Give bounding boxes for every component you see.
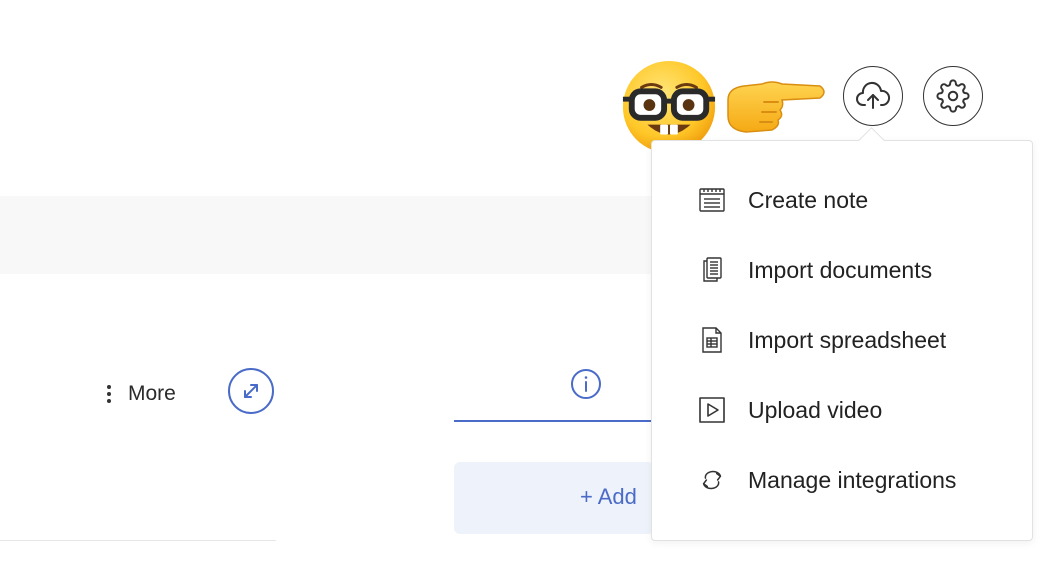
- expand-icon: [244, 384, 258, 398]
- settings-button[interactable]: [923, 66, 983, 126]
- tab-info[interactable]: [454, 358, 654, 422]
- upload-menu: Create note Import documents Import spre…: [651, 140, 1033, 541]
- menu-item-label: Upload video: [748, 396, 883, 423]
- menu-item-label: Manage integrations: [748, 466, 957, 493]
- more-label: More: [128, 382, 176, 405]
- note-icon: [698, 186, 726, 214]
- menu-item-manage-integrations[interactable]: Manage integrations: [652, 445, 1032, 515]
- integrations-icon: [698, 466, 726, 494]
- menu-item-import-documents[interactable]: Import documents: [652, 235, 1032, 305]
- menu-item-import-spreadsheet[interactable]: Import spreadsheet: [652, 305, 1032, 375]
- menu-item-label: Import documents: [748, 256, 933, 283]
- add-button-label: + Add: [580, 484, 637, 509]
- menu-item-upload-video[interactable]: Upload video: [652, 375, 1032, 445]
- divider: [0, 540, 276, 541]
- gray-band: [0, 196, 660, 274]
- add-button[interactable]: + Add: [454, 462, 654, 534]
- info-icon: [571, 369, 601, 399]
- backhand-index-pointing-right-emoji: [722, 72, 828, 145]
- expand-button[interactable]: [228, 368, 274, 414]
- upload-button[interactable]: [843, 66, 903, 126]
- spreadsheet-icon: [698, 326, 726, 354]
- video-icon: [698, 396, 726, 424]
- menu-item-label: Create note: [748, 186, 869, 213]
- menu-item-label: Import spreadsheet: [748, 326, 947, 353]
- cloud-upload-icon: [856, 82, 891, 109]
- documents-icon: [698, 256, 726, 284]
- gear-icon: [936, 79, 970, 113]
- more-button[interactable]: More: [104, 376, 176, 412]
- kebab-icon: [104, 385, 114, 403]
- menu-item-create-note[interactable]: Create note: [652, 165, 1032, 235]
